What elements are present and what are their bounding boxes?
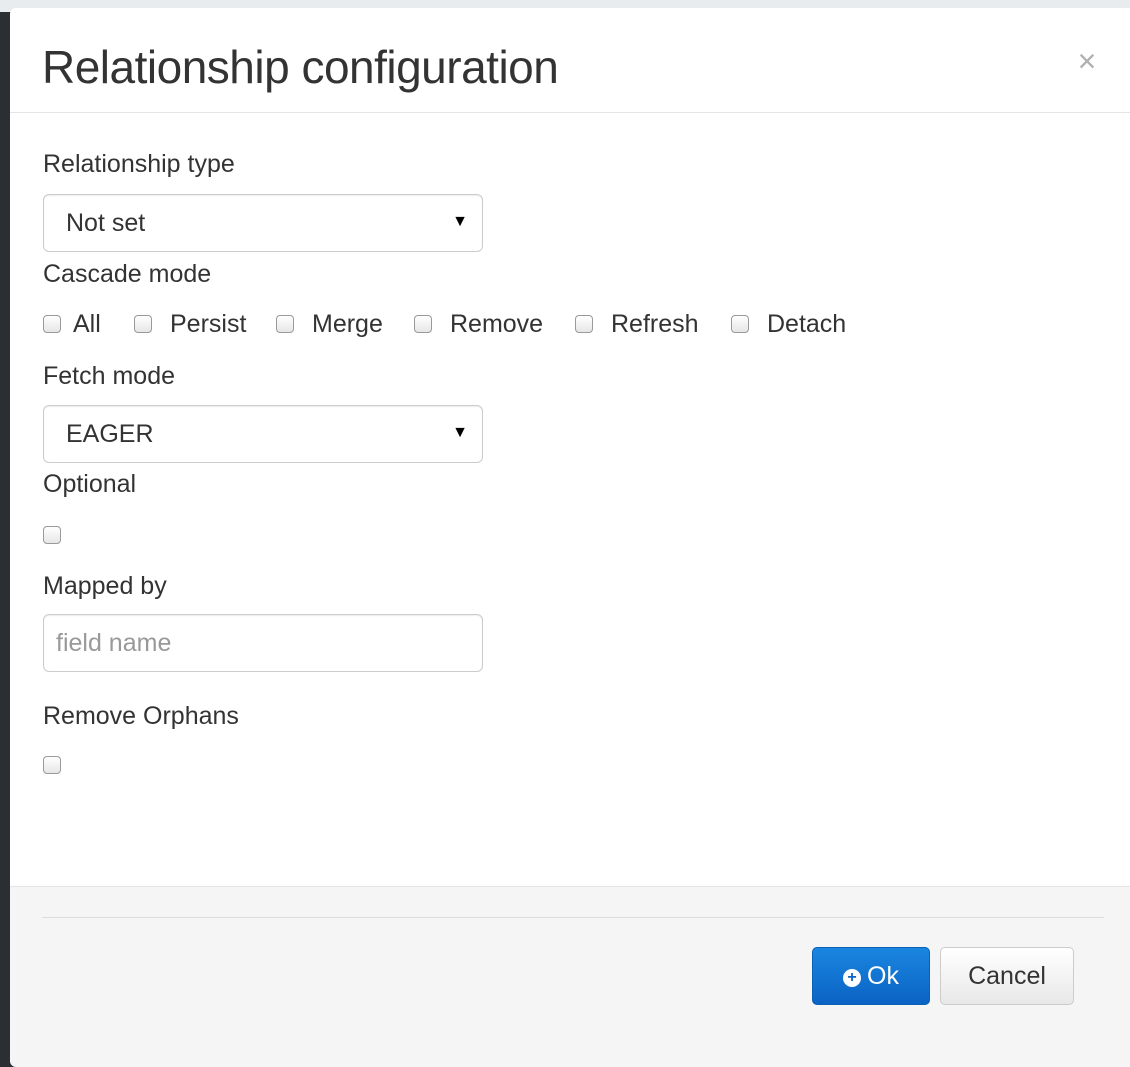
footer-divider <box>42 917 1104 918</box>
cancel-button[interactable]: Cancel <box>940 947 1074 1005</box>
cascade-remove-label: Remove <box>450 310 544 338</box>
dialog-title: Relationship configuration <box>42 41 559 93</box>
cascade-merge-label: Merge <box>312 310 383 338</box>
relationship-type-label: Relationship type <box>43 150 235 178</box>
cascade-persist-checkbox[interactable] <box>134 315 152 333</box>
caret-down-icon: ▼ <box>452 424 468 441</box>
remove-orphans-checkbox[interactable] <box>43 756 61 774</box>
relationship-type-value: Not set <box>66 209 146 237</box>
relationship-type-select[interactable]: Not set ▼ <box>43 194 483 252</box>
remove-orphans-label: Remove Orphans <box>43 702 239 730</box>
relationship-config-dialog: Relationship configuration × Relationshi… <box>10 8 1130 1067</box>
caret-down-icon: ▼ <box>452 213 468 230</box>
dialog-footer: + Ok Cancel <box>10 886 1130 1067</box>
cascade-refresh-checkbox[interactable] <box>575 315 593 333</box>
mapped-by-input[interactable] <box>43 614 483 672</box>
fetch-mode-select[interactable]: EAGER ▼ <box>43 405 483 463</box>
mapped-by-label: Mapped by <box>43 572 167 600</box>
cascade-all-label: All <box>73 310 101 338</box>
cascade-mode-label: Cascade mode <box>43 260 212 288</box>
fetch-mode-label: Fetch mode <box>43 362 176 390</box>
fetch-mode-value: EAGER <box>66 420 154 448</box>
close-icon[interactable]: × <box>1072 45 1102 77</box>
plus-circle-icon: + <box>843 968 862 987</box>
ok-button[interactable]: + Ok <box>812 947 930 1005</box>
cascade-merge-checkbox[interactable] <box>276 315 294 333</box>
dialog-header: Relationship configuration × <box>10 8 1130 113</box>
cascade-refresh-label: Refresh <box>611 310 699 338</box>
cascade-detach-label: Detach <box>767 310 847 338</box>
ok-button-label: Ok <box>867 961 899 990</box>
cascade-all-checkbox[interactable] <box>43 315 61 333</box>
optional-label: Optional <box>43 470 137 498</box>
cascade-remove-checkbox[interactable] <box>414 315 432 333</box>
optional-checkbox[interactable] <box>43 526 61 544</box>
cascade-persist-label: Persist <box>170 310 247 338</box>
cascade-detach-checkbox[interactable] <box>731 315 749 333</box>
